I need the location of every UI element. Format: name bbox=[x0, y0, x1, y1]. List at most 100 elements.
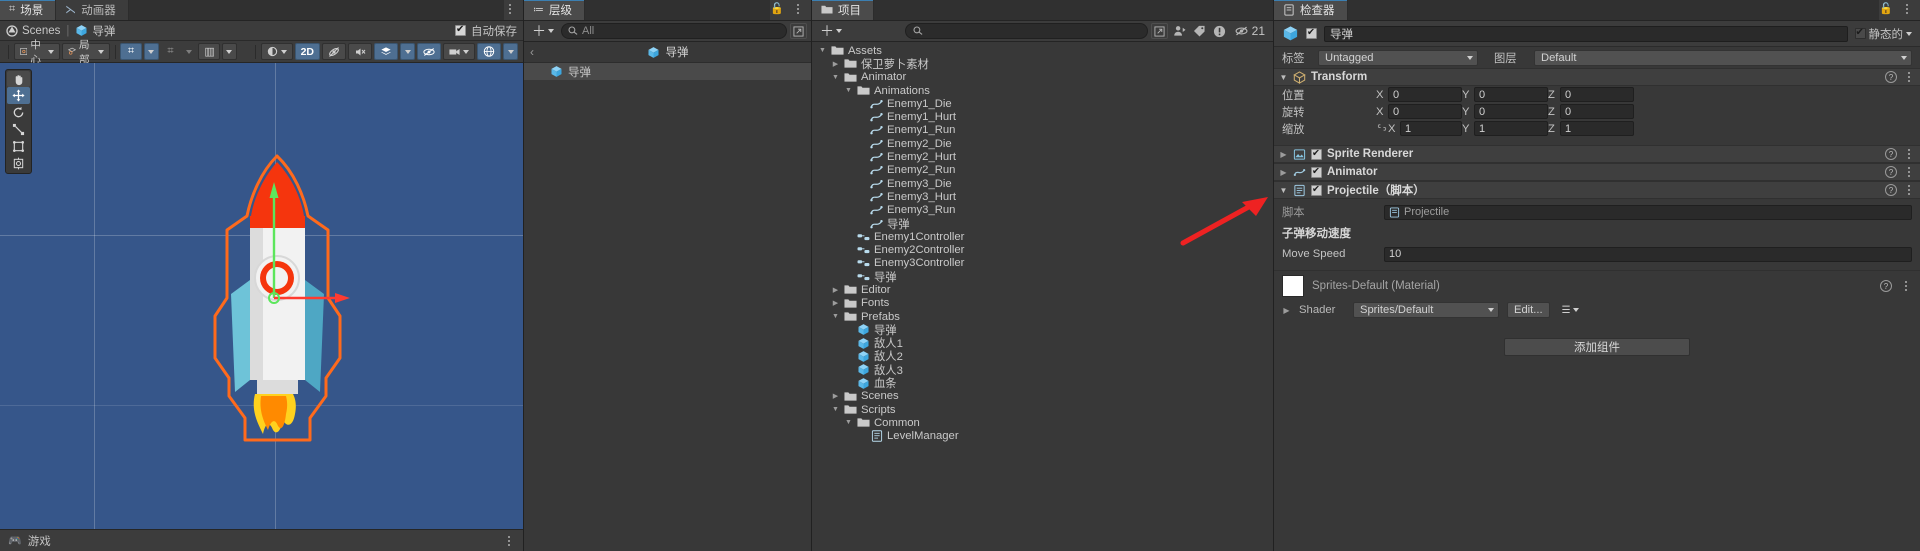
project-tree[interactable]: ▼ Assets ▶ 保卫萝卜素材 ▼ Animator ▼ Animations Enemy1… bbox=[812, 42, 1273, 551]
project-tree-item[interactable]: 导弹 bbox=[812, 217, 1273, 231]
help-icon-5[interactable]: ? bbox=[1880, 280, 1892, 292]
projectile-enabled-checkbox[interactable] bbox=[1311, 184, 1322, 196]
game-menu-icon[interactable] bbox=[503, 534, 515, 547]
project-tree-item[interactable]: Enemy1_Run bbox=[812, 124, 1273, 137]
animator-menu-icon[interactable] bbox=[1903, 166, 1915, 179]
ruler-dropdown[interactable] bbox=[221, 43, 237, 60]
scale-x-input[interactable]: 1 bbox=[1400, 121, 1462, 136]
hierarchy-menu-icon[interactable] bbox=[792, 2, 804, 15]
hierarchy-expand-button[interactable] bbox=[790, 23, 807, 39]
grid-snap-button[interactable]: ⌗ bbox=[120, 43, 142, 60]
hierarchy-search-input[interactable]: All bbox=[561, 23, 787, 39]
tag-dropdown[interactable]: Untagged bbox=[1318, 49, 1478, 66]
pivot-dropdown[interactable]: 中心 bbox=[13, 39, 60, 66]
lock-icon-2[interactable]: 🔓 bbox=[1879, 2, 1893, 15]
project-tree-item[interactable]: ▼ Animator bbox=[812, 71, 1273, 84]
project-tree-item[interactable]: ▶ Scenes bbox=[812, 390, 1273, 403]
gizmos-button[interactable] bbox=[477, 43, 501, 60]
project-favorites-button[interactable] bbox=[1171, 23, 1188, 39]
rect-tool-button[interactable] bbox=[7, 138, 30, 155]
project-tree-item[interactable]: Enemy2_Run bbox=[812, 164, 1273, 177]
scene-tools-overlay[interactable] bbox=[5, 69, 32, 174]
project-tree-item[interactable]: ▼ Scripts bbox=[812, 403, 1273, 416]
hand-tool-button[interactable] bbox=[7, 71, 30, 87]
project-tree-item[interactable]: ▼ Common bbox=[812, 416, 1273, 429]
shader-edit-button[interactable]: Edit... bbox=[1507, 302, 1550, 318]
project-tree-item[interactable]: Enemy1Controller bbox=[812, 230, 1273, 243]
rotation-z[interactable]: Z0 bbox=[1548, 104, 1634, 119]
project-tree-item[interactable]: Enemy2_Die bbox=[812, 137, 1273, 150]
ruler-button[interactable]: ▥ bbox=[198, 43, 220, 60]
sprite-renderer-enabled-checkbox[interactable] bbox=[1311, 148, 1322, 160]
help-icon[interactable]: ? bbox=[1885, 71, 1897, 83]
project-add-button[interactable]: ＋ bbox=[816, 24, 846, 38]
object-name-input[interactable]: 导弹 bbox=[1324, 25, 1848, 42]
project-tree-item[interactable]: LevelManager bbox=[812, 430, 1273, 443]
help-icon-3[interactable]: ? bbox=[1885, 166, 1897, 178]
chevron-down-icon[interactable]: ▼ bbox=[831, 406, 840, 413]
lock-icon[interactable]: 🔓 bbox=[770, 2, 784, 15]
hierarchy-tree[interactable]: 导弹 bbox=[524, 63, 811, 551]
project-tree-item[interactable]: ▼ Animations bbox=[812, 84, 1273, 97]
autosave-toggle[interactable]: 自动保存 bbox=[455, 23, 517, 39]
tab-scene[interactable]: ⌗ 场景 bbox=[0, 0, 57, 20]
help-icon-4[interactable]: ? bbox=[1885, 184, 1897, 196]
transform-expand-icon[interactable]: ▼ bbox=[1279, 73, 1288, 82]
project-tree-item[interactable]: Enemy3_Die bbox=[812, 177, 1273, 190]
scale-x[interactable]: X1 bbox=[1388, 121, 1462, 136]
project-expand-button[interactable] bbox=[1150, 23, 1168, 39]
layer-dropdown[interactable]: Default bbox=[1534, 49, 1912, 66]
transform-component-header[interactable]: ▼ Transform ? bbox=[1274, 68, 1920, 86]
hierarchy-item-missile[interactable]: 导弹 bbox=[524, 63, 811, 80]
project-tree-item[interactable]: Enemy1_Die bbox=[812, 97, 1273, 110]
chevron-down-icon[interactable]: ▼ bbox=[844, 419, 853, 426]
tab-hierarchy[interactable]: ≔ 层级 bbox=[524, 0, 585, 20]
scale-z-input[interactable]: 1 bbox=[1560, 121, 1634, 136]
rotate-tool-button[interactable] bbox=[7, 104, 30, 121]
sprite-renderer-header[interactable]: ▶ Sprite Renderer ? bbox=[1274, 145, 1920, 163]
sprite-renderer-menu-icon[interactable] bbox=[1903, 148, 1915, 161]
add-component-button[interactable]: 添加组件 bbox=[1504, 338, 1690, 356]
fx-dropdown[interactable] bbox=[400, 43, 415, 60]
project-tree-item[interactable]: ▶ Editor bbox=[812, 283, 1273, 296]
script-object-field[interactable]: Projectile bbox=[1384, 204, 1912, 220]
static-toggle[interactable]: 静态的 bbox=[1854, 26, 1912, 42]
help-icon-2[interactable]: ? bbox=[1885, 148, 1897, 160]
projectile-menu-icon[interactable] bbox=[1903, 184, 1915, 197]
rotation-y[interactable]: Y0 bbox=[1462, 104, 1548, 119]
sprite-renderer-expand-icon[interactable]: ▶ bbox=[1279, 150, 1288, 159]
position-z[interactable]: Z0 bbox=[1548, 87, 1634, 102]
material-menu-icon[interactable] bbox=[1900, 280, 1912, 293]
breadcrumb-scenes[interactable]: Scenes bbox=[6, 25, 60, 37]
transform-menu-icon[interactable] bbox=[1903, 71, 1915, 84]
project-hidden-count[interactable]: 21 bbox=[1231, 24, 1269, 38]
animator-enabled-checkbox[interactable] bbox=[1311, 166, 1322, 178]
rotation-x-input[interactable]: 0 bbox=[1388, 104, 1462, 119]
move-tool-button[interactable] bbox=[7, 87, 30, 104]
position-z-input[interactable]: 0 bbox=[1560, 87, 1634, 102]
chevron-down-icon[interactable]: ▼ bbox=[844, 87, 853, 94]
back-chevron-icon[interactable]: ‹ bbox=[530, 45, 534, 59]
project-tree-item[interactable]: ▶ Fonts bbox=[812, 297, 1273, 310]
move-speed-input[interactable]: 10 bbox=[1384, 246, 1912, 262]
toggle-2d-button[interactable]: 2D bbox=[294, 43, 320, 60]
lighting-toggle[interactable] bbox=[322, 43, 346, 60]
rotation-y-input[interactable]: 0 bbox=[1474, 104, 1548, 119]
position-x[interactable]: X0 bbox=[1376, 87, 1462, 102]
audio-toggle[interactable] bbox=[348, 43, 372, 60]
fx-button[interactable] bbox=[374, 43, 398, 60]
chevron-right-icon[interactable]: ▶ bbox=[831, 286, 840, 294]
grid-snap-dropdown[interactable] bbox=[143, 43, 159, 60]
object-enabled-checkbox[interactable] bbox=[1306, 27, 1317, 39]
chevron-down-icon[interactable]: ▼ bbox=[818, 47, 827, 54]
material-expand-icon[interactable]: ▶ bbox=[1282, 306, 1291, 315]
rotation-x[interactable]: X0 bbox=[1376, 104, 1462, 119]
project-tree-item[interactable]: Enemy2Controller bbox=[812, 243, 1273, 256]
animator-component-header[interactable]: ▶ Animator ? bbox=[1274, 163, 1920, 181]
camera-dropdown[interactable] bbox=[443, 43, 475, 60]
game-tab-bar[interactable]: 🎮 游戏 bbox=[0, 529, 523, 551]
static-checkbox[interactable] bbox=[1854, 27, 1866, 39]
autosave-checkbox[interactable] bbox=[455, 24, 466, 36]
shader-dropdown[interactable]: Sprites/Default bbox=[1353, 302, 1499, 318]
project-tree-item[interactable]: Enemy1_Hurt bbox=[812, 110, 1273, 123]
